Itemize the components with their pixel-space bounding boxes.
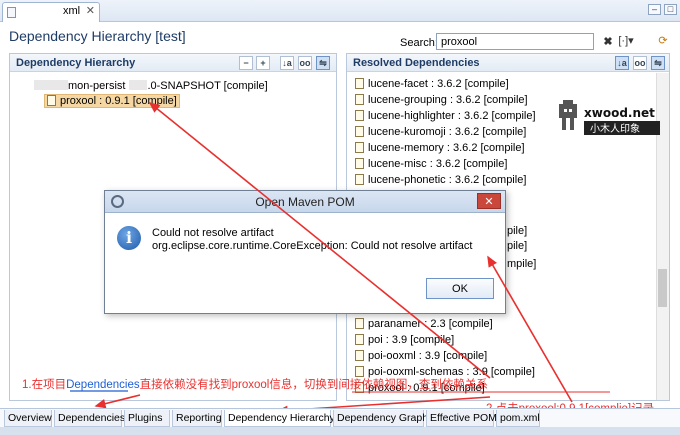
redacted-text (34, 80, 68, 90)
tree-root-node[interactable]: mon-persist .0-SNAPSHOT [compile] (34, 80, 268, 92)
list-item[interactable]: lucene-memory : 3.6.2 [compile] (355, 142, 525, 154)
filter-icon[interactable]: ⇋ (316, 56, 330, 70)
tab-dependency-hierarchy[interactable]: Dependency Hierarchy (224, 410, 335, 427)
list-item-label: lucene-facet : 3.6.2 [compile] (368, 78, 509, 90)
jar-icon (355, 110, 364, 121)
info-icon: i (117, 226, 141, 250)
jar-icon (355, 350, 364, 361)
dialog-close-button[interactable]: ✕ (477, 193, 501, 209)
list-item-label: poi-ooxml : 3.9 [compile] (368, 350, 488, 362)
editor-tab-label: xml (63, 5, 81, 17)
minimize-button[interactable]: – (648, 4, 661, 15)
editor-bottom-tabs: Overview Dependencies Plugins Reporting Depe… (0, 408, 680, 427)
close-icon[interactable]: ✕ (86, 4, 95, 17)
collapse-all-icon[interactable]: − (239, 56, 253, 70)
sort-icon[interactable]: ↓a (615, 56, 629, 70)
clear-search-icon[interactable]: ✖ (600, 34, 616, 50)
list-item[interactable]: lucene-grouping : 3.6.2 [compile] (355, 94, 528, 106)
jar-icon (355, 126, 364, 137)
tab-dependency-graph[interactable]: Dependency Graph (333, 410, 428, 427)
resolved-dependencies-heading: Resolved Dependencies (353, 57, 480, 69)
list-item-partial[interactable]: pile] (507, 240, 527, 252)
editor-tab[interactable]: xml ✕ (2, 2, 100, 22)
list-item[interactable]: lucene-phonetic : 3.6.2 [compile] (355, 174, 526, 186)
xwood-logo: xwood.net 小木人印象 (559, 100, 660, 135)
expand-all-icon[interactable]: + (256, 56, 270, 70)
list-item[interactable]: paranamer : 2.3 [compile] (355, 318, 493, 330)
list-item[interactable]: poi-ooxml : 3.9 [compile] (355, 350, 487, 362)
list-item[interactable]: lucene-highlighter : 3.6.2 [compile] (355, 110, 536, 122)
panel-heading: Dependency Hierarchy − + ↓a oo ⇋ (10, 54, 336, 72)
refresh-icon[interactable]: ⟳ (655, 33, 671, 49)
list-item-label: lucene-misc : 3.6.2 [compile] (368, 158, 508, 170)
logo-brand: xwood.net (584, 106, 655, 120)
open-maven-pom-dialog: Open Maven POM ✕ i Could not resolve art… (104, 190, 506, 314)
list-item[interactable]: lucene-kuromoji : 3.6.2 [compile] (355, 126, 526, 138)
maximize-button[interactable]: □ (664, 4, 677, 15)
jar-icon (355, 78, 364, 89)
list-item-label: lucene-phonetic : 3.6.2 [compile] (368, 174, 527, 186)
tab-reporting[interactable]: Reporting (172, 410, 222, 427)
page-title: Dependency Hierarchy [test] (9, 28, 186, 44)
show-group-icon[interactable]: oo (633, 56, 647, 70)
dialog-titlebar: Open Maven POM ✕ (105, 191, 505, 213)
scrollbar-thumb[interactable] (658, 269, 667, 307)
show-group-icon[interactable]: oo (298, 56, 312, 70)
search-label: Search: (400, 37, 438, 49)
list-item-label: lucene-memory : 3.6.2 [compile] (368, 142, 525, 154)
jar-icon (355, 318, 364, 329)
jar-icon (47, 95, 56, 106)
tab-plugins[interactable]: Plugins (124, 410, 170, 427)
filter-icon[interactable]: ⇋ (651, 56, 665, 70)
jar-icon (355, 174, 364, 185)
list-item[interactable]: lucene-facet : 3.6.2 [compile] (355, 78, 509, 90)
list-item-partial[interactable]: pile] (507, 225, 527, 237)
list-item[interactable]: lucene-misc : 3.6.2 [compile] (355, 158, 507, 170)
tree-child-node-proxool[interactable]: proxool : 0.9.1 [compile] (44, 94, 180, 108)
sort-icon[interactable]: ↓a (280, 56, 294, 70)
editor-tab-bar: xml ✕ – □ (0, 0, 680, 22)
list-item-label: lucene-kuromoji : 3.6.2 [compile] (368, 126, 527, 138)
jar-icon (355, 334, 364, 345)
list-item-label: paranamer : 2.3 [compile] (368, 318, 493, 330)
jar-icon (355, 94, 364, 105)
jar-icon (355, 158, 364, 169)
tab-pom-xml[interactable]: pom.xml (496, 410, 540, 427)
status-bar (0, 427, 680, 435)
dialog-title: Open Maven POM (255, 195, 355, 209)
list-item-partial[interactable]: mpile] (507, 258, 536, 270)
dialog-message: Could not resolve artifact org.eclipse.c… (152, 227, 472, 253)
gear-icon (111, 195, 124, 208)
list-item-label: poi : 3.9 [compile] (368, 334, 455, 346)
filter-menu-icon[interactable]: [·]▾ (618, 33, 634, 49)
tab-dependencies[interactable]: Dependencies (54, 410, 125, 427)
dialog-message-line1: Could not resolve artifact (152, 227, 274, 239)
tab-effective-pom[interactable]: Effective POM (426, 410, 497, 427)
proxool-node-label: proxool : 0.9.1 [compile] (60, 95, 177, 107)
jar-icon (355, 142, 364, 153)
search-input[interactable] (436, 33, 594, 50)
panel-heading: Resolved Dependencies ↓a oo ⇋ (347, 54, 669, 72)
tab-overview[interactable]: Overview (4, 410, 52, 427)
dialog-message-line2: org.eclipse.core.runtime.CoreException: … (152, 240, 473, 252)
xml-file-icon (7, 7, 16, 18)
list-item[interactable]: poi : 3.9 [compile] (355, 334, 454, 346)
logo-cn: 小木人印象 (590, 123, 640, 135)
dependency-hierarchy-heading: Dependency Hierarchy (16, 57, 136, 69)
redacted-text (129, 80, 148, 90)
ok-button[interactable]: OK (426, 278, 494, 299)
list-item-label: lucene-highlighter : 3.6.2 [compile] (368, 110, 536, 122)
list-item-label: lucene-grouping : 3.6.2 [compile] (368, 94, 528, 106)
annotation-1: 1.在项目Dependencies直接依赖没有找到proxool信息，切换到间接… (22, 379, 488, 391)
